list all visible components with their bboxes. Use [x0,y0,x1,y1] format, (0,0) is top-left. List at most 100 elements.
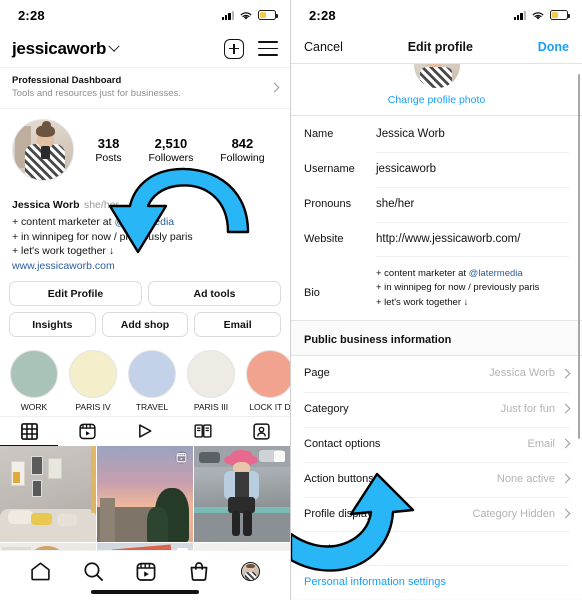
home-icon[interactable] [30,561,51,582]
battery-low-power-icon [550,10,570,20]
profile-fields-group: Name Jessica Worb Username jessicaworb P… [291,115,582,321]
field-username[interactable]: Username jessicaworb [291,151,582,186]
avatar-image [13,120,73,180]
edit-profile-navbar: Cancel Edit profile Done [291,30,582,64]
status-bar: 2:28 [291,0,582,30]
profile-stats-row: 318 Posts 2,510 Followers 842 Following [0,109,290,187]
highlight-label: LOCK IT D [249,402,290,413]
row-personal-information-settings[interactable]: Personal information settings [291,565,582,599]
email-button[interactable]: Email [194,312,282,338]
tab-video[interactable] [116,417,174,446]
profile-photo-section: Change profile photo [291,64,582,115]
profile-top-bar: jessicaworb [0,30,290,68]
field-label: Bio [304,287,320,300]
chevron-right-icon [269,82,280,92]
highlight-cover [187,350,235,399]
grid-post-sunset[interactable] [97,446,193,542]
highlight-item[interactable]: WORK [10,350,58,412]
field-website[interactable]: Website http://www.jessicaworb.com/ [291,221,582,256]
following-count: 842 [231,136,254,151]
bio-input-line[interactable]: + content marketer at @latermedia [376,267,569,281]
section-title-public-business: Public business information [291,320,582,355]
website-input[interactable]: http://www.jessicaworb.com/ [376,233,569,245]
highlight-item[interactable]: LOCK IT D [246,350,290,412]
shop-bag-icon[interactable] [189,561,209,582]
row-page[interactable]: Page Jessica Worb [291,356,582,391]
chevron-right-icon [560,508,571,519]
row-label: Page [304,367,330,380]
page-title: Edit profile [407,39,473,54]
bio-pronouns: she/her [83,199,119,211]
stat-posts[interactable]: 318 Posts [95,136,121,164]
profile-avatar-icon[interactable] [240,562,260,581]
avatar[interactable] [12,119,74,181]
tab-grid[interactable] [0,417,58,447]
stat-following[interactable]: 842 Following [220,136,264,164]
avatar[interactable] [413,64,460,88]
highlight-item[interactable]: PARIS III [187,350,235,412]
row-profile-display[interactable]: Profile display Category Hidden [291,496,582,531]
profile-username: jessicaworb [12,38,107,58]
highlight-item[interactable]: PARIS IV [69,350,117,412]
highlight-label: WORK [20,402,48,413]
professional-dashboard-row[interactable]: Professional Dashboard Tools and resourc… [0,68,290,109]
username-input[interactable]: jessicaworb [376,163,569,175]
bio-input-line[interactable]: + in winnipeg for now / previously paris [376,281,569,295]
field-value-wrap: Jessica Worb [376,118,569,150]
add-shop-button[interactable]: Add shop [101,312,189,338]
cancel-button[interactable]: Cancel [304,40,343,54]
reels-icon[interactable] [136,561,156,582]
row-contact-options[interactable]: Contact options Email [291,426,582,461]
row-category[interactable]: Category Just for fun [291,391,582,426]
plus-square-icon[interactable] [224,38,244,59]
row-action-buttons[interactable]: Action buttons None active [291,461,582,496]
dual-phone-screenshot: 2:28 jessicaworb Professional Dashboard … [0,0,582,600]
row-right: Email [527,438,571,450]
grid-post-pinkhat[interactable] [194,446,290,542]
highlight-cover [69,350,117,399]
row-create-avatar[interactable]: Create avatar [291,531,582,565]
tab-reels[interactable] [58,417,116,446]
battery-low-power-icon [258,10,278,20]
following-label: Following [220,152,265,164]
grid-icon [20,422,38,440]
bio-input-text: + content marketer at [376,268,469,279]
ad-tools-button[interactable]: Ad tools [148,281,281,307]
edit-profile-button[interactable]: Edit Profile [9,281,142,307]
edit-profile-screen: 2:28 Cancel Edit profile Done Change pro… [291,0,582,600]
posts-label: Posts [95,152,122,164]
search-icon[interactable] [83,561,104,582]
tab-guides[interactable] [174,417,232,446]
grid-post-bedroom[interactable] [0,446,96,542]
change-profile-photo-link[interactable]: Change profile photo [291,94,582,106]
insights-button[interactable]: Insights [9,312,96,338]
field-value-wrap: + content marketer at @latermedia + in w… [376,256,569,320]
edit-profile-scroll-area[interactable]: Change profile photo Name Jessica Worb U… [291,64,582,600]
highlight-item[interactable]: TRAVEL [128,350,176,412]
field-bio[interactable]: Bio + content marketer at @latermedia + … [291,256,582,320]
done-button[interactable]: Done [538,40,569,54]
row-content: Category Just for fun [304,391,571,425]
stat-followers[interactable]: 2,510 Followers [148,136,193,164]
bottom-navigation [0,550,290,600]
bio-input-line[interactable]: + let's work together ↓ [376,296,569,310]
field-value-wrap: jessicaworb [376,152,569,185]
name-input[interactable]: Jessica Worb [376,128,569,140]
row-label: Contact options [304,437,381,450]
field-pronouns[interactable]: Pronouns she/her [291,186,582,221]
status-bar-time: 2:28 [18,7,45,23]
pronouns-input[interactable]: she/her [376,198,569,210]
bio-name-line: Jessica Worb she/her [12,193,278,215]
guides-book-icon [194,424,212,438]
row-label: Profile display [304,507,373,520]
carousel-icon [273,451,285,463]
bio-website-link[interactable]: www.jessicaworb.com [12,259,278,273]
bio-mention-link[interactable]: @latermedia [114,216,174,228]
field-name[interactable]: Name Jessica Worb [291,116,582,151]
account-switcher[interactable]: jessicaworb [12,38,120,59]
followers-count: 2,510 [154,136,188,151]
hamburger-menu-icon[interactable] [258,41,278,56]
tab-tagged[interactable] [232,417,290,446]
scrollbar[interactable] [577,74,580,439]
row-content: Action buttons None active [304,461,571,495]
